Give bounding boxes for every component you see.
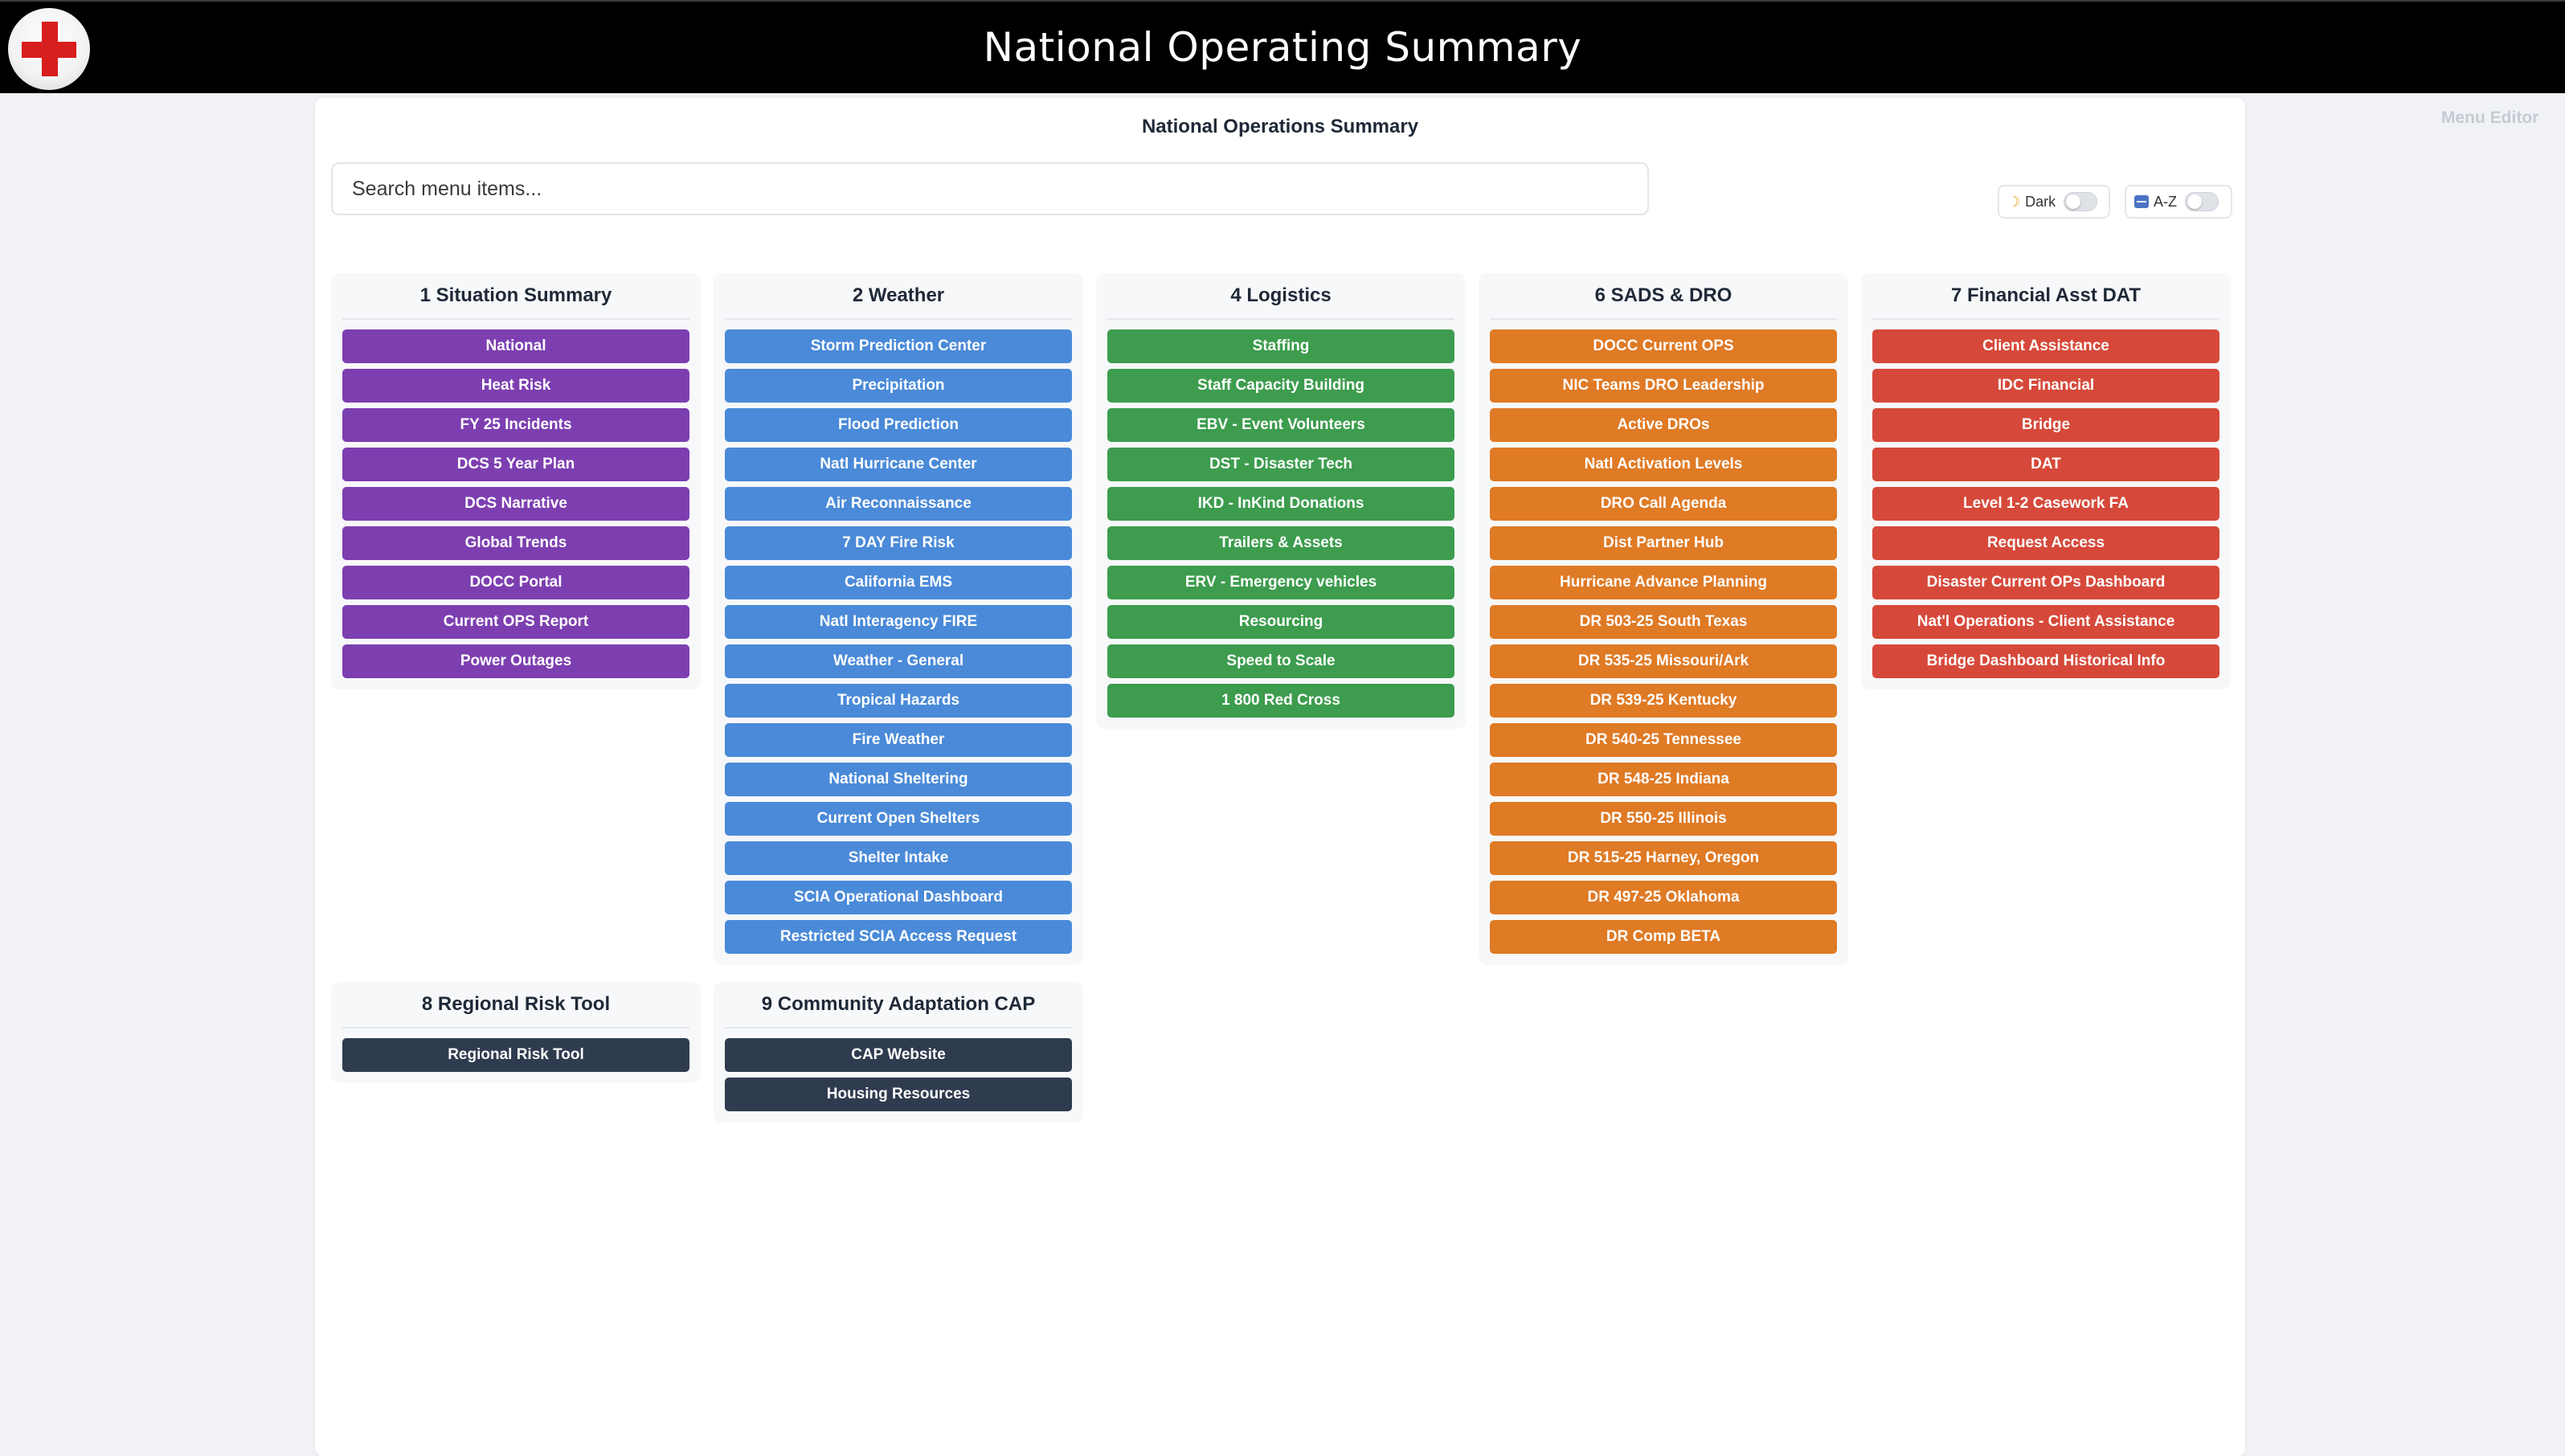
search-input[interactable]	[331, 162, 1649, 215]
menu-item-dr-503-25[interactable]: DR 503-25 South Texas	[1490, 605, 1837, 639]
top-header-bar: National Operating Summary	[0, 0, 2565, 93]
menu-item-fy25-incidents[interactable]: FY 25 Incidents	[342, 408, 689, 442]
menu-item-docc-portal[interactable]: DOCC Portal	[342, 566, 689, 599]
dark-mode-toggle[interactable]: ☽ Dark	[1998, 185, 2110, 219]
menu-item-weather-general[interactable]: Weather - General	[725, 644, 1072, 678]
menu-item-dr-548-25[interactable]: DR 548-25 Indiana	[1490, 763, 1837, 796]
category-regional-risk-tool: 8 Regional Risk Tool Regional Risk Tool	[331, 982, 701, 1083]
menu-item-national-sheltering[interactable]: National Sheltering	[725, 763, 1072, 796]
category-title: 7 Financial Asst DAT	[1872, 273, 2219, 320]
menu-item-level-1-2-casework-fa[interactable]: Level 1-2 Casework FA	[1872, 487, 2219, 521]
menu-item-1-800-red-cross[interactable]: 1 800 Red Cross	[1107, 684, 1454, 718]
menu-item-idc-financial[interactable]: IDC Financial	[1872, 369, 2219, 403]
menu-item-resourcing[interactable]: Resourcing	[1107, 605, 1454, 639]
category-title: 6 SADS & DRO	[1490, 273, 1837, 320]
menu-item-global-trends[interactable]: Global Trends	[342, 526, 689, 560]
category-logistics: 4 Logistics Staffing Staff Capacity Buil…	[1096, 273, 1466, 729]
sort-icon	[2134, 195, 2149, 208]
menu-item-request-access[interactable]: Request Access	[1872, 526, 2219, 560]
menu-item-storm-prediction-center[interactable]: Storm Prediction Center	[725, 329, 1072, 363]
category-sads-dro: 6 SADS & DRO DOCC Current OPS NIC Teams …	[1479, 273, 1848, 965]
menu-item-fire-weather[interactable]: Fire Weather	[725, 723, 1072, 757]
az-toggle-label: A-Z	[2154, 193, 2177, 210]
category-title: 2 Weather	[725, 273, 1072, 320]
dark-toggle-label: Dark	[2025, 193, 2056, 210]
dark-switch[interactable]	[2064, 192, 2098, 211]
category-community-adaptation-cap: 9 Community Adaptation CAP CAP Website H…	[714, 982, 1083, 1123]
menu-item-bridge-dashboard-historical-info[interactable]: Bridge Dashboard Historical Info	[1872, 644, 2219, 678]
menu-item-dr-539-25[interactable]: DR 539-25 Kentucky	[1490, 684, 1837, 718]
menu-item-dr-515-25[interactable]: DR 515-25 Harney, Oregon	[1490, 841, 1837, 875]
menu-item-erv-emergency-vehicles[interactable]: ERV - Emergency vehicles	[1107, 566, 1454, 599]
category-title: 9 Community Adaptation CAP	[725, 982, 1072, 1029]
menu-item-air-reconnaissance[interactable]: Air Reconnaissance	[725, 487, 1072, 521]
menu-item-current-ops-report[interactable]: Current OPS Report	[342, 605, 689, 639]
az-switch[interactable]	[2185, 192, 2219, 211]
category-weather: 2 Weather Storm Prediction Center Precip…	[714, 273, 1083, 965]
menu-item-flood-prediction[interactable]: Flood Prediction	[725, 408, 1072, 442]
menu-item-dr-535-25[interactable]: DR 535-25 Missouri/Ark	[1490, 644, 1837, 678]
menu-item-power-outages[interactable]: Power Outages	[342, 644, 689, 678]
menu-item-dr-550-25[interactable]: DR 550-25 Illinois	[1490, 802, 1837, 836]
menu-item-dist-partner-hub[interactable]: Dist Partner Hub	[1490, 526, 1837, 560]
menu-item-housing-resources[interactable]: Housing Resources	[725, 1078, 1072, 1111]
menu-item-dro-call-agenda[interactable]: DRO Call Agenda	[1490, 487, 1837, 521]
menu-item-dcs-narrative[interactable]: DCS Narrative	[342, 487, 689, 521]
category-title: 4 Logistics	[1107, 273, 1454, 320]
menu-item-scia-operational-dashboard[interactable]: SCIA Operational Dashboard	[725, 881, 1072, 914]
category-situation-summary: 1 Situation Summary National Heat Risk F…	[331, 273, 701, 689]
menu-item-shelter-intake[interactable]: Shelter Intake	[725, 841, 1072, 875]
menu-item-dr-540-25[interactable]: DR 540-25 Tennessee	[1490, 723, 1837, 757]
category-title: 8 Regional Risk Tool	[342, 982, 689, 1029]
main-panel: National Operations Summary ☽ Dark A-Z 1…	[315, 98, 2245, 1456]
menu-item-natl-hurricane-center[interactable]: Natl Hurricane Center	[725, 448, 1072, 481]
menu-item-heat-risk[interactable]: Heat Risk	[342, 369, 689, 403]
menu-item-precipitation[interactable]: Precipitation	[725, 369, 1072, 403]
menu-item-staff-capacity-building[interactable]: Staff Capacity Building	[1107, 369, 1454, 403]
app-title: National Operating Summary	[983, 24, 1582, 71]
menu-item-disaster-current-ops-dashboard[interactable]: Disaster Current OPs Dashboard	[1872, 566, 2219, 599]
menu-item-dr-497-25[interactable]: DR 497-25 Oklahoma	[1490, 881, 1837, 914]
menu-item-staffing[interactable]: Staffing	[1107, 329, 1454, 363]
menu-item-current-open-shelters[interactable]: Current Open Shelters	[725, 802, 1072, 836]
menu-item-dst-disaster-tech[interactable]: DST - Disaster Tech	[1107, 448, 1454, 481]
moon-icon: ☽	[2007, 194, 2021, 210]
menu-item-cap-website[interactable]: CAP Website	[725, 1038, 1072, 1072]
menu-item-nic-teams-dro-leadership[interactable]: NIC Teams DRO Leadership	[1490, 369, 1837, 403]
menu-item-client-assistance[interactable]: Client Assistance	[1872, 329, 2219, 363]
menu-item-bridge[interactable]: Bridge	[1872, 408, 2219, 442]
menu-item-ikd-inkind-donations[interactable]: IKD - InKind Donations	[1107, 487, 1454, 521]
menu-item-natl-activation-levels[interactable]: Natl Activation Levels	[1490, 448, 1837, 481]
category-title: 1 Situation Summary	[342, 273, 689, 320]
menu-item-regional-risk-tool[interactable]: Regional Risk Tool	[342, 1038, 689, 1072]
menu-item-trailers-assets[interactable]: Trailers & Assets	[1107, 526, 1454, 560]
panel-title: National Operations Summary	[1141, 116, 1419, 137]
menu-item-hurricane-advance-planning[interactable]: Hurricane Advance Planning	[1490, 566, 1837, 599]
menu-item-dr-comp-beta[interactable]: DR Comp BETA	[1490, 920, 1837, 954]
menu-item-7-day-fire-risk[interactable]: 7 DAY Fire Risk	[725, 526, 1072, 560]
menu-item-docc-current-ops[interactable]: DOCC Current OPS	[1490, 329, 1837, 363]
menu-item-tropical-hazards[interactable]: Tropical Hazards	[725, 684, 1072, 718]
menu-item-active-dros[interactable]: Active DROs	[1490, 408, 1837, 442]
menu-item-natl-operations-client-assistance[interactable]: Nat'l Operations - Client Assistance	[1872, 605, 2219, 639]
menu-item-national[interactable]: National	[342, 329, 689, 363]
menu-item-ebv-event-volunteers[interactable]: EBV - Event Volunteers	[1107, 408, 1454, 442]
az-sort-toggle[interactable]: A-Z	[2125, 185, 2232, 219]
menu-item-california-ems[interactable]: California EMS	[725, 566, 1072, 599]
menu-item-speed-to-scale[interactable]: Speed to Scale	[1107, 644, 1454, 678]
menu-item-natl-interagency-fire[interactable]: Natl Interagency FIRE	[725, 605, 1072, 639]
menu-item-dcs-5-year-plan[interactable]: DCS 5 Year Plan	[342, 448, 689, 481]
category-financial-asst-dat: 7 Financial Asst DAT Client Assistance I…	[1861, 273, 2231, 689]
menu-item-restricted-scia-access-request[interactable]: Restricted SCIA Access Request	[725, 920, 1072, 954]
menu-item-dat[interactable]: DAT	[1872, 448, 2219, 481]
menu-editor-link[interactable]: Menu Editor	[2441, 108, 2538, 128]
